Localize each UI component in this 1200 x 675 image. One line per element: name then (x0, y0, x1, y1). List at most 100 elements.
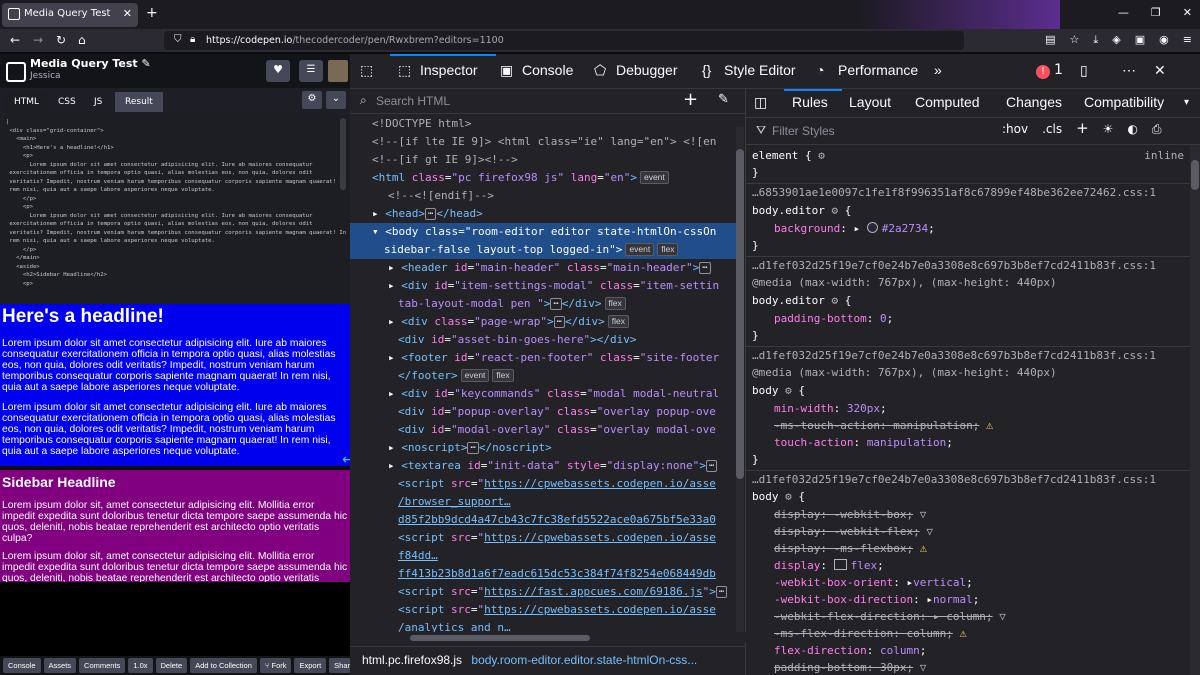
light-theme-icon[interactable]: ☀ (1103, 122, 1114, 137)
gear-icon[interactable]: ⚙ (785, 490, 792, 503)
extension-icon[interactable]: ◉ (1159, 33, 1169, 47)
markup-line[interactable]: /browser_support… (398, 493, 511, 511)
rule-declaration[interactable]: -webkit-flex-direction: ▸ column; ▽ (774, 608, 1006, 625)
markup-line[interactable]: tab-layout-modal pen "> ⋯ </div> flex (398, 295, 626, 313)
tab-style-editor[interactable]: {} Style Editor (702, 62, 796, 78)
tab-css[interactable]: CSS (48, 92, 86, 112)
search-html-input[interactable]: Search HTML (376, 94, 450, 108)
tab-debugger[interactable]: ⬠ Debugger (594, 62, 678, 79)
html-code-editor[interactable]: | <div class="grid-container"> <main> <h… (0, 114, 350, 304)
add-node-icon[interactable]: + (683, 89, 698, 110)
filter-icon[interactable]: ▽ (999, 610, 1006, 623)
rules-scrollbar[interactable] (1190, 145, 1200, 675)
markup-line[interactable]: ▸ <noscript> ⋯ </noscript> (388, 439, 552, 457)
flex-badge[interactable]: flex (657, 243, 679, 256)
pen-title[interactable]: Media Query Test ✎ (30, 57, 151, 70)
markup-line[interactable]: <script src="https://fast.appcues.com/69… (398, 583, 728, 601)
class-toggle[interactable]: .cls (1042, 122, 1062, 137)
back-icon[interactable]: ← (10, 33, 20, 47)
edit-pencil-icon[interactable]: ✎ (142, 57, 151, 70)
rule-declaration[interactable]: min-width: 320px; (774, 400, 887, 417)
chevron-down-icon[interactable]: ▾ (1184, 97, 1189, 108)
editor-settings-icon[interactable]: ⚙ (302, 91, 322, 109)
markup-line[interactable]: <!--[if gt IE 9]><!--> (372, 151, 518, 169)
rule-source[interactable]: …d1fef032d25f19e7cf0e24b7e0a3308e8c697b3… (752, 257, 1156, 274)
markup-line[interactable]: f84dd… (398, 547, 438, 565)
flexbox-icon[interactable] (833, 559, 847, 570)
rule-declaration[interactable]: display: flex; (774, 557, 884, 574)
zoom-button[interactable]: 1.0x (128, 658, 153, 673)
forward-icon[interactable]: → (33, 33, 43, 47)
dark-theme-icon[interactable]: ◐ (1127, 122, 1137, 137)
gear-icon[interactable]: ⚙ (831, 204, 838, 217)
rule-source[interactable]: …6853901ae1e0097c1fe1f8f996351af8c67899e… (752, 184, 1156, 201)
collapsed-ellipsis-icon[interactable]: ⋯ (425, 208, 437, 220)
eyedropper-icon[interactable]: ✎ (718, 92, 729, 107)
event-badge[interactable]: event (460, 369, 490, 382)
tab-rules[interactable]: Rules (792, 94, 828, 110)
collapsed-ellipsis-icon[interactable]: ⋯ (550, 298, 562, 310)
markup-line[interactable]: <div id="popup-overlay" class="overlay p… (398, 403, 716, 421)
flex-badge[interactable]: flex (604, 297, 626, 310)
close-tab-icon[interactable]: ✕ (123, 7, 132, 20)
rule-declaration[interactable]: display: -webkit-flex; ▽ (774, 523, 933, 540)
tab-changes[interactable]: Changes (1006, 94, 1062, 110)
maximize-icon[interactable]: ❐ (1151, 6, 1161, 19)
tab-result[interactable]: Result (115, 92, 163, 112)
tab-layout[interactable]: Layout (849, 94, 891, 110)
assets-button[interactable]: Assets (43, 658, 77, 673)
hover-state-toggle[interactable]: :hov (1002, 122, 1028, 137)
tab-inspector[interactable]: ⬚ Inspector (398, 62, 478, 79)
close-devtools-icon[interactable]: ✕ (1154, 62, 1166, 79)
markup-line[interactable]: <script src="https://cpwebassets.codepen… (398, 529, 716, 547)
error-count[interactable]: ! 1 (1036, 62, 1063, 79)
rule-source[interactable]: …d1fef032d25f19e7cf0e24b7e0a3308e8c697b3… (752, 471, 1156, 488)
flex-badge[interactable]: flex (607, 315, 630, 328)
warning-icon[interactable]: ⚠ (959, 626, 966, 640)
console-button[interactable]: Console (3, 658, 41, 673)
element-picker-icon[interactable]: ⬚ (360, 62, 373, 79)
home-icon[interactable]: ⌂ (78, 33, 86, 47)
comments-button[interactable]: Comments (79, 658, 126, 673)
markup-line[interactable]: </footer> event flex (398, 367, 514, 385)
export-button[interactable]: Export (294, 658, 327, 673)
rule-declaration[interactable]: background: ▸ #2a2734; (774, 220, 935, 237)
markup-line[interactable]: ▸ <textarea id="init-data" style="displa… (388, 457, 718, 475)
event-badge[interactable]: event (625, 243, 655, 256)
bookmark-star-icon[interactable]: ☆ (1070, 33, 1080, 47)
rule-selector[interactable]: body ⚙ { (752, 488, 805, 505)
devtools-options-icon[interactable]: ⋯ (1122, 62, 1136, 79)
more-tabs-icon[interactable]: » (934, 62, 942, 78)
browser-tab[interactable]: Media Query Test ✕ (2, 3, 138, 27)
rule-selector[interactable]: body.editor ⚙ { (752, 202, 851, 219)
markup-scroll-thumb[interactable] (736, 149, 744, 479)
codepen-logo-icon[interactable] (6, 62, 26, 82)
lock-icon[interactable]: 🔒︎ (190, 34, 195, 45)
markup-line[interactable]: ▸ <header id="main-header" class="main-h… (388, 259, 711, 277)
markup-line[interactable]: ▸ <div id="item-settings-modal" class="i… (388, 277, 719, 295)
markup-line[interactable]: <div id="asset-bin-goes-here"></div> (398, 331, 636, 349)
breadcrumb-item[interactable]: html.pc.firefox98.js (362, 653, 462, 667)
rule-declaration[interactable]: -webkit-box-direction: ▸normal; (774, 591, 979, 608)
rule-declaration[interactable]: padding-bottom: 0; (774, 310, 893, 327)
responsive-design-icon[interactable]: ▯ (1080, 62, 1088, 79)
markup-line[interactable]: <!--<![endif]--> (388, 187, 494, 205)
rules-scroll-thumb[interactable] (1191, 160, 1199, 190)
print-media-icon[interactable]: ⎙ (1152, 122, 1162, 137)
rule-declaration[interactable]: -ms-touch-action: manipulation; ⚠ (774, 417, 993, 434)
new-tab-icon[interactable]: + (146, 5, 158, 21)
add-rule-icon[interactable]: + (1076, 119, 1089, 137)
fork-button[interactable]: ⑂ Fork (259, 658, 292, 673)
minimize-icon[interactable]: — (1118, 6, 1129, 19)
warning-icon[interactable]: ⚠ (920, 541, 927, 555)
filter-icon[interactable]: ▽ (926, 525, 933, 538)
collapsed-ellipsis-icon[interactable]: ⋯ (715, 586, 728, 598)
event-badge[interactable]: event (639, 171, 669, 184)
tracking-shield-icon[interactable]: ⛉ (174, 34, 182, 45)
collapsed-ellipsis-icon[interactable]: ⋯ (467, 442, 479, 454)
rule-selector[interactable]: body ⚙ { (752, 382, 805, 399)
close-window-icon[interactable]: ✕ (1183, 6, 1192, 19)
rule-source[interactable]: …d1fef032d25f19e7cf0e24b7e0a3308e8c697b3… (752, 347, 1156, 364)
pen-author[interactable]: Jessica (30, 71, 61, 81)
warning-icon[interactable]: ⚠ (986, 418, 993, 432)
